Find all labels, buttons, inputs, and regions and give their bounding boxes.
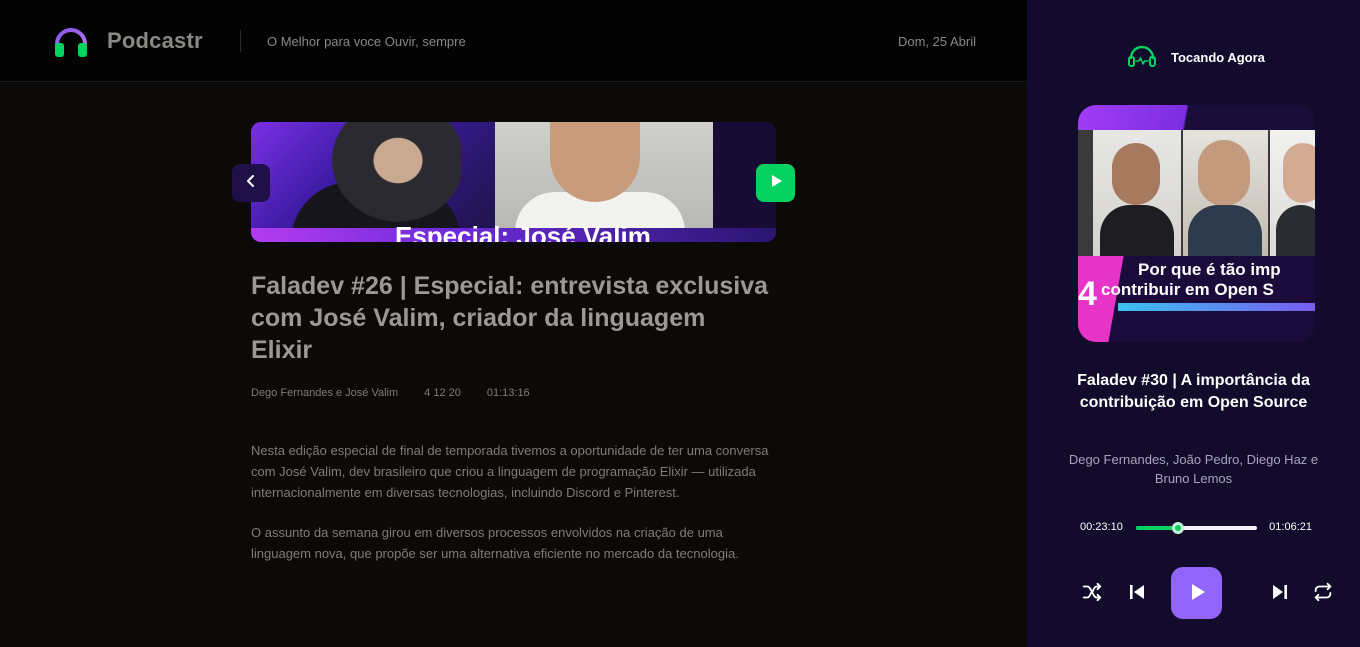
play-button[interactable] — [1171, 567, 1222, 619]
thumbnail-right-panel — [495, 122, 713, 232]
description-paragraph: O assunto da semana girou em diversos pr… — [251, 525, 739, 561]
app-header: Podcastr O Melhor para voce Ouvir, sempr… — [0, 0, 1027, 82]
skip-previous-icon — [1127, 582, 1147, 605]
current-date: Dom, 25 Abril — [897, 34, 976, 49]
description-paragraph: Nesta edição especial de final de tempor… — [251, 443, 769, 500]
skip-next-icon — [1270, 582, 1290, 605]
repeat-button[interactable] — [1311, 581, 1335, 605]
progress-bar: 00:23:10 01:06:21 — [1080, 518, 1312, 538]
headphones-icon — [52, 22, 90, 60]
player-panel: Tocando Agora 4 Por que é tão imp contri… — [1027, 0, 1360, 647]
episode-duration: 01:13:16 — [486, 387, 530, 399]
chevron-left-icon — [243, 173, 259, 194]
player-controls — [1080, 567, 1332, 619]
play-icon — [768, 173, 784, 194]
episode-title: Faladev #26 | Especial: entrevista exclu… — [251, 272, 769, 364]
now-playing-title: Faladev #30 | A importância da contribui… — [1077, 372, 1310, 411]
episode-members: Dego Fernandes e José Valim — [251, 387, 399, 399]
cover-caption-line2: contribuir em Open S — [1101, 280, 1274, 299]
play-episode-button[interactable] — [756, 164, 795, 202]
progress-handle[interactable] — [1172, 522, 1185, 534]
now-playing-label: Tocando Agora — [1171, 50, 1265, 65]
total-time: 01:06:21 — [1269, 521, 1312, 533]
cover-caption-line1: Por que é tão imp — [1138, 260, 1281, 279]
previous-button[interactable] — [1125, 581, 1149, 605]
headphones-icon — [1127, 43, 1157, 72]
back-button[interactable] — [232, 164, 270, 202]
tagline: O Melhor para voce Ouvir, sempre — [267, 34, 466, 49]
thumbnail-caption: Especial: José Valim — [395, 221, 651, 242]
now-playing-cover: 4 Por que é tão imp contribuir em Open S — [1078, 105, 1315, 342]
repeat-icon — [1312, 581, 1334, 606]
episode-date: 4 12 20 — [424, 387, 461, 399]
current-time: 00:23:10 — [1080, 521, 1123, 533]
now-playing-header: Tocando Agora — [1127, 43, 1265, 72]
shuffle-icon — [1081, 581, 1103, 606]
episode-description: Nesta edição especial de final de tempor… — [251, 440, 781, 583]
main-content: Podcastr O Melhor para voce Ouvir, sempr… — [0, 0, 1027, 647]
header-divider — [240, 30, 241, 52]
next-button[interactable] — [1268, 581, 1292, 605]
shuffle-button[interactable] — [1080, 581, 1104, 605]
cover-number: 4 — [1078, 275, 1097, 313]
progress-slider[interactable] — [1136, 522, 1257, 534]
episode-thumbnail: Especial: José Valim — [251, 122, 776, 242]
play-icon — [1187, 582, 1207, 605]
episode-meta: Dego Fernandes e José Valim 4 12 20 01:1… — [251, 387, 556, 399]
brand-name: Podcastr — [107, 28, 203, 53]
now-playing-members: Dego Fernandes, João Pedro, Diego Haz e … — [1068, 452, 1319, 486]
